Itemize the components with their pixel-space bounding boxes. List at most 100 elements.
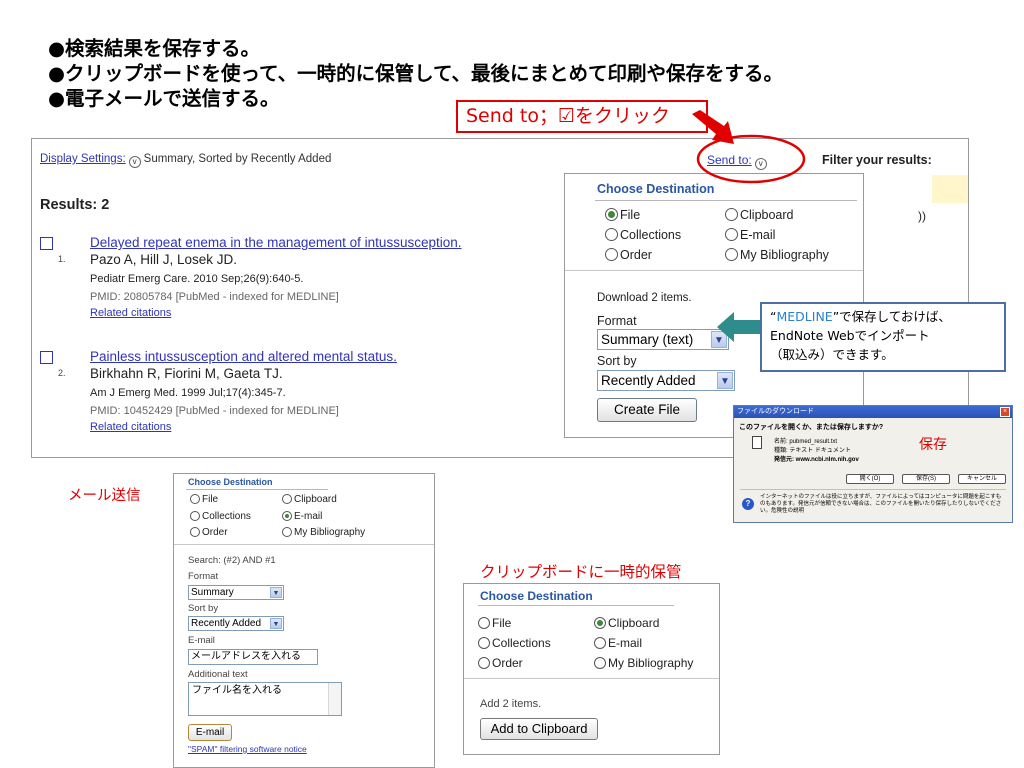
dest-option-collections[interactable]: Collections bbox=[478, 636, 551, 650]
dest-option-label: Clipboard bbox=[294, 494, 337, 505]
email-field[interactable]: メールアドレスを入れる bbox=[188, 649, 318, 665]
radio-icon[interactable] bbox=[594, 657, 606, 669]
checkbox-icon[interactable] bbox=[40, 351, 53, 364]
dest-option-order[interactable]: Order bbox=[190, 527, 228, 538]
dest-option-collections[interactable]: Collections bbox=[190, 511, 251, 522]
display-settings-link[interactable]: Display Settings: bbox=[40, 153, 126, 165]
dest-title: Choose Destination bbox=[188, 477, 273, 487]
radio-icon[interactable] bbox=[725, 208, 738, 221]
radio-icon[interactable] bbox=[594, 637, 606, 649]
dest-option-order[interactable]: Order bbox=[605, 248, 652, 262]
result-journal: Pediatr Emerg Care. 2010 Sep;26(9):640-5… bbox=[90, 273, 304, 285]
tip-highlight: MEDLINE bbox=[776, 309, 833, 324]
results-count: Results: 2 bbox=[40, 197, 110, 213]
dest-option-collections[interactable]: Collections bbox=[605, 228, 681, 242]
dest-option-label: File bbox=[620, 208, 641, 222]
dest-option-clipboard[interactable]: Clipboard bbox=[594, 616, 659, 630]
radio-icon[interactable] bbox=[282, 511, 292, 521]
file-icon bbox=[752, 436, 762, 449]
dest-option-label: Order bbox=[620, 248, 652, 262]
left-arrow-icon bbox=[717, 312, 763, 342]
chevron-down-icon[interactable]: ▼ bbox=[717, 372, 733, 389]
dest-option-bibliography[interactable]: My Bibliography bbox=[725, 248, 829, 262]
tip-line-3: （取込み）できます。 bbox=[770, 347, 894, 362]
chevron-down-icon[interactable]: v bbox=[128, 156, 141, 168]
radio-icon[interactable] bbox=[605, 208, 618, 221]
sort-select[interactable]: Recently Added ▼ bbox=[188, 616, 284, 631]
radio-icon[interactable] bbox=[190, 527, 200, 537]
format-label: Format bbox=[188, 571, 219, 582]
dest-option-file[interactable]: File bbox=[478, 616, 511, 630]
dialog-name-row: 名前: pubmed_result.txt bbox=[774, 439, 838, 445]
radio-icon[interactable] bbox=[478, 637, 490, 649]
dest-option-bibliography[interactable]: My Bibliography bbox=[594, 656, 693, 670]
add-to-clipboard-button[interactable]: Add to Clipboard bbox=[480, 718, 598, 740]
dest-option-email[interactable]: E-mail bbox=[725, 228, 775, 242]
spam-notice-link[interactable]: "SPAM" filtering software notice bbox=[188, 744, 307, 754]
radio-icon[interactable] bbox=[725, 248, 738, 261]
sort-select[interactable]: Recently Added ▼ bbox=[597, 370, 735, 391]
radio-icon[interactable] bbox=[725, 228, 738, 241]
tip-line-1: “MEDLINE”で保存しておけば、 bbox=[770, 307, 996, 326]
radio-icon[interactable] bbox=[605, 228, 618, 241]
dest-option-clipboard[interactable]: Clipboard bbox=[282, 494, 337, 505]
radio-icon[interactable] bbox=[190, 511, 200, 521]
format-select[interactable]: Summary (text) ▼ bbox=[597, 329, 729, 350]
dest-option-label: My Bibliography bbox=[740, 248, 829, 262]
dest-title-rule bbox=[478, 605, 674, 606]
radio-icon[interactable] bbox=[282, 494, 292, 504]
radio-icon[interactable] bbox=[605, 248, 618, 261]
warning-icon: ? bbox=[742, 498, 754, 510]
result-item: Delayed repeat enema in the management o… bbox=[40, 235, 580, 327]
chevron-down-icon[interactable]: ▼ bbox=[270, 618, 282, 629]
related-citations-link[interactable]: Related citations bbox=[90, 307, 171, 319]
choose-destination-email-panel: Choose Destination File Clipboard Collec… bbox=[173, 473, 435, 768]
format-select-value: Summary (text) bbox=[601, 332, 694, 347]
dest-option-clipboard[interactable]: Clipboard bbox=[725, 208, 794, 222]
search-query-text: Search: (#2) AND #1 bbox=[188, 555, 276, 566]
dest-option-order[interactable]: Order bbox=[478, 656, 523, 670]
result-title-link[interactable]: Painless intussusception and altered men… bbox=[90, 349, 397, 364]
textarea-scrollbar[interactable] bbox=[328, 683, 341, 715]
radio-icon[interactable] bbox=[594, 617, 606, 629]
sort-label: Sort by bbox=[188, 603, 219, 614]
related-citations-link[interactable]: Related citations bbox=[90, 421, 171, 433]
radio-icon[interactable] bbox=[190, 494, 200, 504]
chevron-down-icon[interactable]: ▼ bbox=[270, 587, 282, 598]
dialog-divider bbox=[740, 489, 1006, 490]
highlight-ellipse bbox=[696, 134, 806, 184]
result-journal: Am J Emerg Med. 1999 Jul;17(4):345-7. bbox=[90, 387, 286, 399]
dest-option-label: E-mail bbox=[740, 228, 776, 242]
close-icon[interactable]: × bbox=[1000, 407, 1010, 417]
additional-text-label: Additional text bbox=[188, 669, 248, 680]
dest-option-label: E-mail bbox=[294, 511, 323, 522]
dest-option-bibliography[interactable]: My Bibliography bbox=[282, 527, 365, 538]
radio-icon[interactable] bbox=[478, 617, 490, 629]
dest-option-file[interactable]: File bbox=[605, 208, 640, 222]
dest-option-label: My Bibliography bbox=[608, 656, 694, 670]
dest-option-email[interactable]: E-mail bbox=[282, 511, 322, 522]
filter-count-fragment: )) bbox=[918, 209, 926, 223]
dest-divider bbox=[174, 544, 434, 545]
filter-results-heading: Filter your results: bbox=[822, 153, 932, 167]
radio-icon[interactable] bbox=[478, 657, 490, 669]
additional-text-field[interactable]: ファイル名を入れる bbox=[188, 682, 342, 716]
result-pmid: PMID: 20805784 [PubMed - indexed for MED… bbox=[90, 291, 339, 303]
result-title-link[interactable]: Delayed repeat enema in the management o… bbox=[90, 235, 461, 250]
dest-option-email[interactable]: E-mail bbox=[594, 636, 642, 650]
radio-icon[interactable] bbox=[282, 527, 292, 537]
dest-divider bbox=[565, 270, 863, 271]
dest-option-file[interactable]: File bbox=[190, 494, 218, 505]
dest-option-label: Clipboard bbox=[740, 208, 794, 222]
dialog-question: このファイルを開くか、または保存しますか? bbox=[739, 424, 884, 431]
format-select-value: Summary bbox=[191, 587, 234, 598]
result-authors: Pazo A, Hill J, Losek JD. bbox=[90, 252, 238, 267]
create-file-button[interactable]: Create File bbox=[597, 398, 697, 422]
save-button[interactable]: 保存(S) bbox=[902, 474, 950, 484]
checkbox-icon[interactable] bbox=[40, 237, 53, 250]
email-send-button[interactable]: E-mail bbox=[188, 724, 232, 741]
cancel-button[interactable]: キャンセル bbox=[958, 474, 1006, 484]
send-to-callout: Send to；☑をクリック bbox=[456, 100, 708, 133]
open-button[interactable]: 開く(O) bbox=[846, 474, 894, 484]
format-select[interactable]: Summary ▼ bbox=[188, 585, 284, 600]
